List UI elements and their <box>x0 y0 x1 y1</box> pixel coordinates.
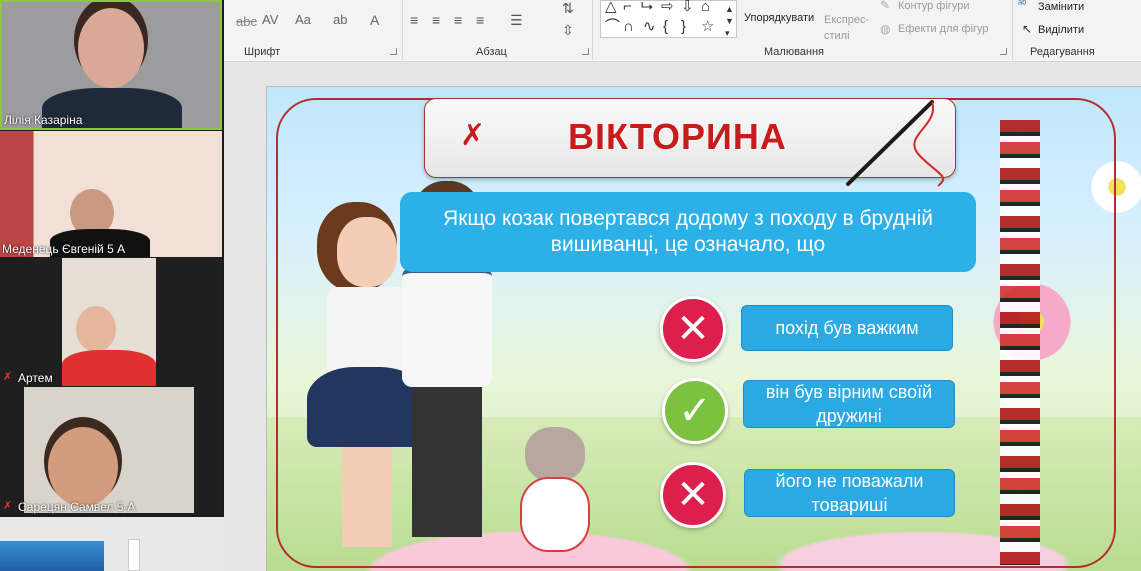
video-gallery: Лілія Казаріна Меденець Євгеній 5 А ✗ Ар… <box>0 0 224 517</box>
shape-outline-icon: ✎ <box>880 0 891 12</box>
muted-mic-icon: ✗ <box>3 500 13 512</box>
arc-shape-icon[interactable]: ∩ <box>623 19 634 35</box>
text-direction-icon[interactable]: ⇅ <box>562 0 574 17</box>
answer-option-3[interactable]: його не поважали товариші <box>744 469 955 517</box>
font-color-icon[interactable]: A <box>370 12 379 28</box>
shape-effects-icon: ◍ <box>880 22 891 36</box>
group-label-font: Шрифт <box>244 46 281 58</box>
participant-avatar <box>78 8 144 88</box>
quick-styles-button[interactable]: Експрес-стилі <box>824 12 874 44</box>
thumbnail-scrollbar[interactable] <box>128 539 140 571</box>
participant-name: Артем <box>18 371 53 385</box>
correct-answer-icon: ✓ <box>662 378 728 444</box>
right-arrow-shape-icon[interactable]: ⇨ <box>661 0 674 15</box>
group-label-paragraph: Абзац <box>476 46 507 58</box>
wrong-answer-icon: ✕ <box>660 296 726 362</box>
change-case-icon[interactable]: Aa <box>295 12 311 27</box>
answer-option-2[interactable]: він був вірним своїй дружині <box>743 380 955 428</box>
elbow-connector-icon[interactable]: ⌐ <box>623 0 632 15</box>
triangle-shape-icon[interactable]: △ <box>605 0 617 15</box>
character-spacing-icon[interactable]: AV <box>262 12 278 27</box>
drawing-dialog-launcher-icon[interactable] <box>1000 48 1007 55</box>
video-tile-participant-3[interactable]: ✗ Артем <box>0 258 222 386</box>
align-text-icon[interactable]: ⇳ <box>562 22 574 39</box>
slide-thumbnails-pane[interactable] <box>0 517 224 571</box>
participant-name: Сарецян Самвел 5-А <box>18 500 136 514</box>
group-label-drawing: Малювання <box>764 46 825 58</box>
arrange-button[interactable]: Упорядкувати <box>744 12 814 24</box>
down-arrow-shape-icon[interactable]: ⇩ <box>681 0 694 15</box>
highlight-icon[interactable]: ab <box>333 12 347 27</box>
align-center-icon[interactable]: ≡ <box>432 12 440 28</box>
muted-mic-icon: ✗ <box>3 371 13 383</box>
strikethrough-icon[interactable]: abc <box>236 14 257 29</box>
wrong-answer-icon: ✕ <box>660 462 726 528</box>
group-label-editing: Редагування <box>1030 46 1095 58</box>
paragraph-dialog-launcher-icon[interactable] <box>582 48 589 55</box>
embroidery-ornament <box>1000 120 1040 565</box>
needle-thread-icon <box>846 100 945 187</box>
slide-title[interactable]: ВІКТОРИНА <box>568 116 787 158</box>
replace-icon: ᵃᵇ <box>1018 0 1027 10</box>
select-cursor-icon: ↖ <box>1022 22 1033 36</box>
align-right-icon[interactable]: ≡ <box>454 12 462 28</box>
video-tile-participant-2[interactable]: Меденець Євгеній 5 А <box>0 131 222 257</box>
shape-effects-button[interactable]: Ефекти для фігур <box>898 23 989 35</box>
font-dialog-launcher-icon[interactable] <box>390 48 397 55</box>
cross-stitch-icon: ✗ <box>460 119 486 152</box>
freeform-shape-icon[interactable]: ∿ <box>643 19 656 35</box>
question-box[interactable]: Якщо козак повертався додому з походу в … <box>400 192 976 272</box>
elbow-arrow-icon[interactable]: ⮡ <box>641 0 653 15</box>
align-left-icon[interactable]: ≡ <box>410 12 418 28</box>
answer-option-1[interactable]: похід був важким <box>741 305 953 351</box>
participant-name: Лілія Казаріна <box>4 113 83 127</box>
shape-outline-button[interactable]: Контур фігури <box>898 0 969 12</box>
video-tile-participant-1[interactable]: Лілія Казаріна <box>0 0 222 130</box>
slide-thumbnail[interactable] <box>0 541 104 571</box>
curve-shape-icon[interactable]: ⌒ <box>605 19 620 35</box>
video-tile-participant-4[interactable]: ✗ Сарецян Самвел 5-А <box>0 387 222 515</box>
participant-video <box>62 258 156 386</box>
right-brace-icon[interactable]: } <box>681 19 686 35</box>
participant-name: Меденець Євгеній 5 А <box>2 242 126 256</box>
gallery-more-icon[interactable]: ▾ <box>725 25 730 41</box>
shapes-gallery[interactable]: △ ⌐ ⮡ ⇨ ⇩ ⌂ ⌒ ∩ ∿ { } ☆ ▲ ▼ ▾ <box>600 0 737 38</box>
star-shape-icon[interactable]: ☆ <box>701 19 714 35</box>
columns-icon[interactable]: ☰ <box>510 12 523 29</box>
select-button[interactable]: Виділити <box>1038 24 1084 36</box>
callout-shape-icon[interactable]: ⌂ <box>701 0 710 15</box>
justify-icon[interactable]: ≡ <box>476 12 484 28</box>
replace-button[interactable]: Замінити <box>1038 1 1084 13</box>
participant-video <box>24 387 194 513</box>
left-brace-icon[interactable]: { <box>663 19 668 35</box>
app-window: abc AV Aa ab A ≡ ≡ ≡ ≡ ☰ ⇅ ⇳ Шрифт Абзац… <box>0 0 1141 571</box>
